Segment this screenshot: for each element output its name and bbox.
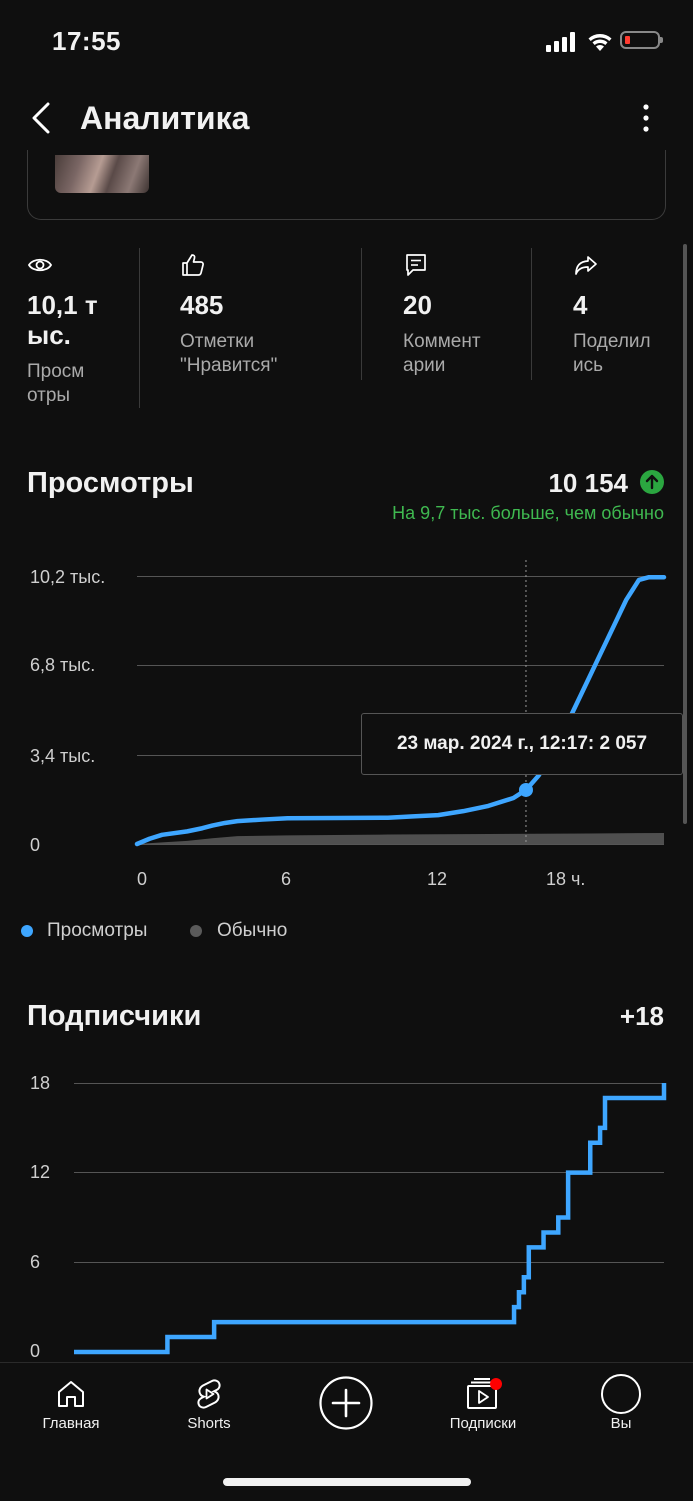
create-button[interactable] bbox=[291, 1375, 401, 1431]
stat-divider bbox=[139, 248, 140, 408]
nav-home-label: Главная bbox=[42, 1415, 100, 1432]
eye-icon bbox=[27, 258, 53, 272]
views-section-title: Просмотры bbox=[27, 467, 194, 499]
x-tick-label: 0 bbox=[137, 869, 148, 889]
legend-views-dot bbox=[21, 925, 33, 937]
scrollbar[interactable] bbox=[683, 244, 687, 824]
shares-count: 4 bbox=[573, 290, 588, 320]
video-thumbnail[interactable] bbox=[55, 155, 149, 193]
subscriptions-icon bbox=[467, 1378, 502, 1409]
status-time: 17:55 bbox=[52, 26, 121, 56]
legend-typical-dot bbox=[190, 925, 202, 937]
subscribers-section-title: Подписчики bbox=[27, 1000, 202, 1032]
thumbs-up-icon bbox=[182, 254, 204, 276]
share-icon bbox=[575, 256, 597, 275]
shares-label: Поделил ись bbox=[573, 331, 651, 376]
tooltip-text: 23 мар. 2024 г., 12:17: 2 057 bbox=[396, 733, 648, 754]
comments-label: Коммент арии bbox=[403, 331, 481, 376]
nav-shorts[interactable]: Shorts bbox=[154, 1377, 264, 1432]
x-tick-label: 6 bbox=[281, 869, 292, 889]
likes-label: Отметки "Нравится" bbox=[180, 331, 278, 376]
nav-you-label: Вы bbox=[610, 1415, 632, 1432]
views-count: 10,1 т ыс. bbox=[27, 290, 98, 350]
battery-icon bbox=[620, 31, 663, 49]
plus-icon bbox=[319, 1376, 373, 1430]
subscribers-total: +18 bbox=[619, 1001, 664, 1031]
views-chart[interactable] bbox=[0, 540, 693, 860]
stat-divider bbox=[361, 248, 362, 380]
trend-up-icon bbox=[640, 470, 664, 494]
views-total: 10 154 bbox=[548, 468, 628, 498]
nav-home[interactable]: Главная bbox=[16, 1377, 126, 1432]
views-series-line bbox=[134, 574, 667, 847]
x-tick-label: 12 bbox=[427, 869, 448, 889]
cellular-signal-icon bbox=[546, 32, 575, 52]
wifi-icon bbox=[588, 34, 612, 51]
home-indicator bbox=[223, 1478, 471, 1486]
shorts-icon bbox=[197, 1379, 221, 1409]
legend-views-label: Просмотры bbox=[47, 920, 148, 941]
views-label: Просм отры bbox=[27, 361, 85, 406]
page-title: Аналитика bbox=[80, 100, 250, 136]
likes-count: 485 bbox=[180, 290, 224, 320]
comments-count: 20 bbox=[403, 290, 432, 320]
x-tick-label: 18 ч. bbox=[546, 869, 586, 889]
nav-you[interactable]: Вы bbox=[566, 1374, 676, 1432]
back-arrow-icon[interactable] bbox=[26, 100, 66, 140]
nav-subscriptions-label: Подписки bbox=[449, 1415, 517, 1432]
more-options-icon[interactable] bbox=[626, 100, 666, 140]
subscribers-chart[interactable] bbox=[0, 1060, 693, 1362]
home-icon bbox=[58, 1381, 84, 1407]
stat-divider bbox=[531, 248, 532, 380]
avatar bbox=[601, 1374, 641, 1414]
views-comparison-note: На 9,7 тыс. больше, чем обычно bbox=[392, 503, 664, 523]
nav-shorts-label: Shorts bbox=[187, 1415, 231, 1432]
typical-series-area bbox=[137, 832, 664, 844]
legend-typical-label: Обычно bbox=[217, 920, 288, 941]
subscribers-series-line bbox=[74, 1083, 667, 1355]
nav-subscriptions[interactable]: Подписки bbox=[428, 1377, 538, 1432]
chart-tooltip: 23 мар. 2024 г., 12:17: 2 057 bbox=[361, 713, 683, 775]
comment-icon bbox=[406, 254, 426, 276]
tooltip-point bbox=[518, 782, 533, 797]
